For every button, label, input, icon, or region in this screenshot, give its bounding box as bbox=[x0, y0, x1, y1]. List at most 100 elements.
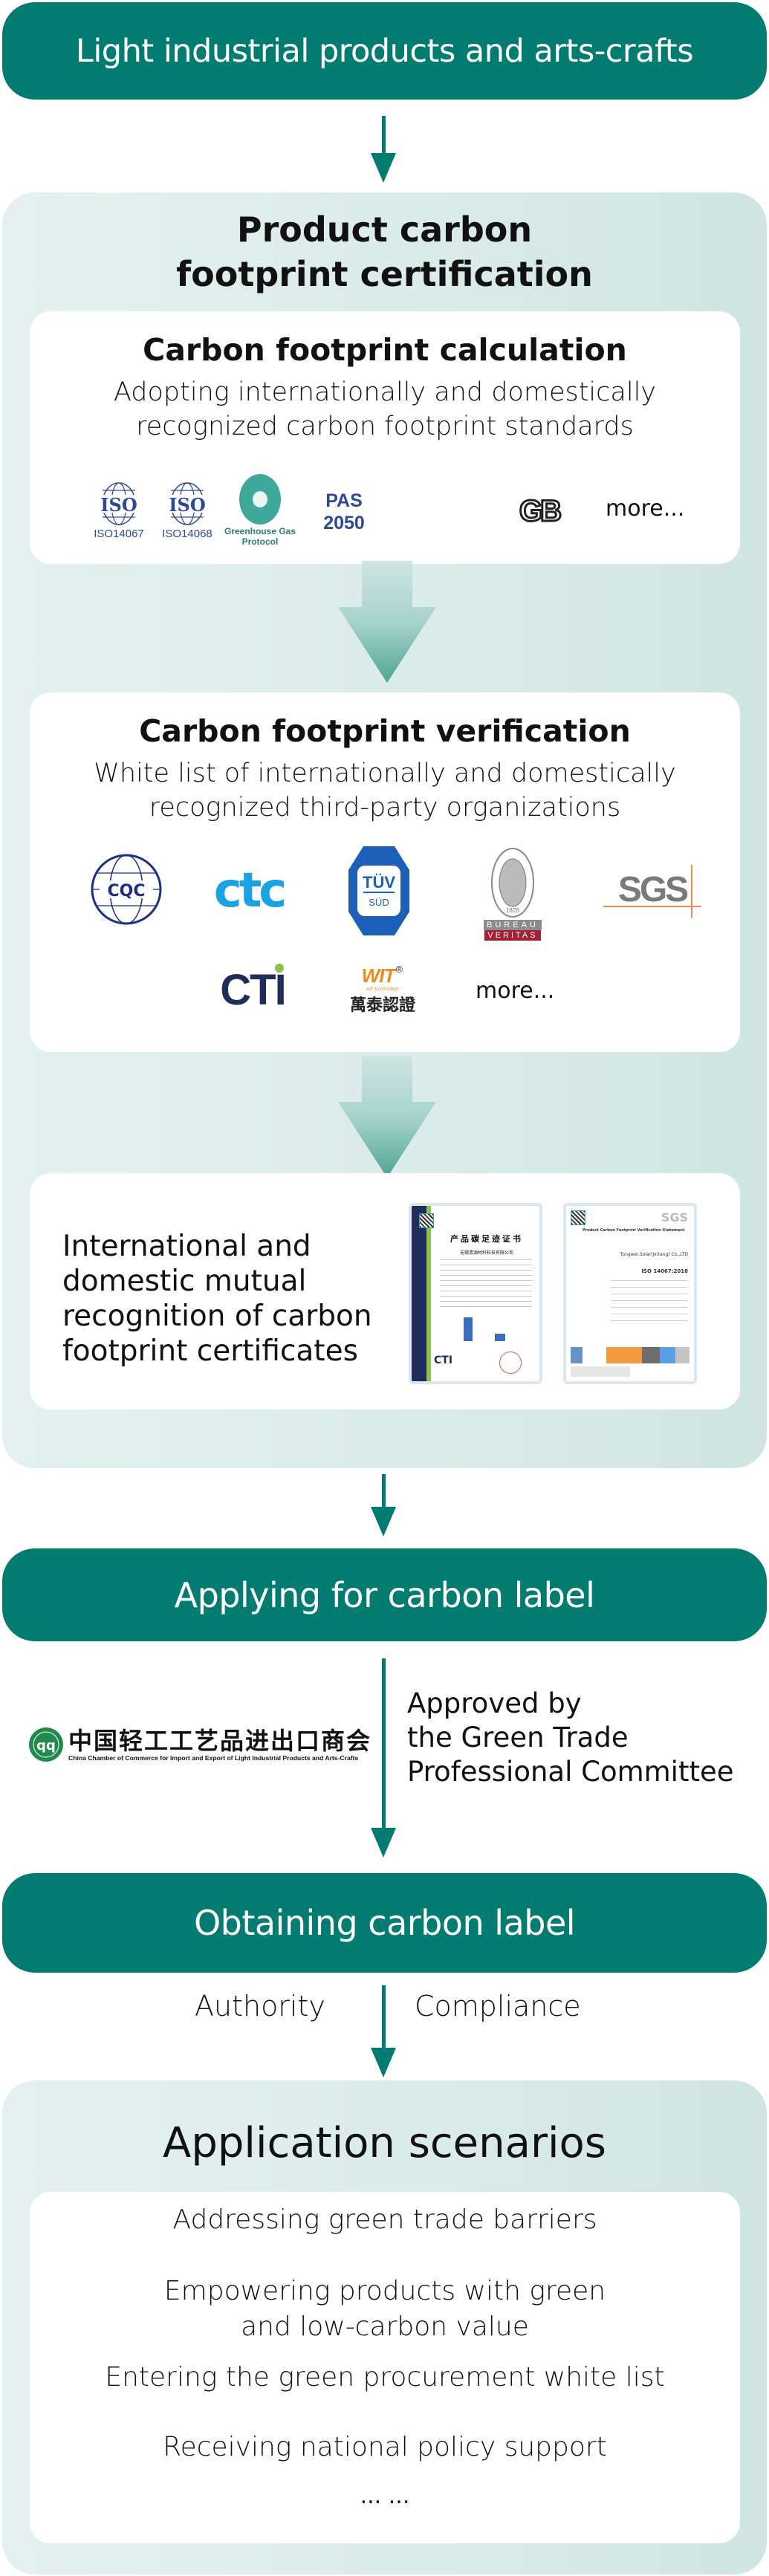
sgs-line-h bbox=[603, 905, 702, 907]
chamber-of-commerce-logo: qq 中国轻工工艺品进出口商会 China Chamber of Commerc… bbox=[28, 1722, 377, 1767]
scenario-line: Addressing green trade barriers bbox=[172, 2204, 597, 2235]
wit-mark-wrap: WIT ® bbox=[362, 964, 404, 987]
desc-line: White list of internationally and domest… bbox=[94, 759, 676, 788]
ctc-logo: ctc bbox=[204, 857, 293, 924]
arrow-down-icon bbox=[371, 2048, 396, 2077]
cert-brand: SGS bbox=[661, 1210, 688, 1224]
step-label: Obtaining carbon label bbox=[193, 1903, 576, 1943]
verification-title: Carbon footprint verification bbox=[139, 713, 631, 749]
scenario-line: Empowering products with green bbox=[163, 2276, 606, 2306]
pas-line: PAS bbox=[325, 490, 363, 511]
svg-text:SÜD: SÜD bbox=[369, 897, 389, 908]
chamber-name-en: China Chamber of Commerce for Import and… bbox=[68, 1754, 359, 1762]
tuv-octagon-icon: TÜV SÜD bbox=[348, 846, 409, 935]
cert-stamp-icon bbox=[499, 1352, 522, 1374]
qr-code-icon bbox=[571, 1210, 585, 1225]
title-line: Product carbon bbox=[236, 210, 533, 250]
svg-text:1828: 1828 bbox=[506, 907, 519, 914]
approval-line: the Green Trade bbox=[407, 1722, 629, 1753]
attribute-compliance: Compliance bbox=[415, 1990, 581, 2022]
cti-mark: CTI bbox=[220, 965, 286, 1014]
iso-globe-icon: ISO bbox=[96, 481, 142, 525]
calculation-title: Carbon footprint calculation bbox=[143, 332, 627, 368]
cert-footer bbox=[571, 1366, 630, 1377]
arrow-line bbox=[382, 1474, 386, 1511]
gb-logo: GB bbox=[509, 493, 570, 530]
arrow-down-icon bbox=[371, 1828, 396, 1858]
calculation-description: Adopting internationally and domesticall… bbox=[30, 375, 740, 444]
cert-company: Tongwei Solar(Jintang) Co.,LTD bbox=[620, 1252, 688, 1257]
wit-logo: WIT ® WIT ASSESSMENT 萬泰認證 bbox=[342, 956, 424, 1023]
cert-title: 产品碳足迹证书 bbox=[450, 1234, 523, 1244]
qr-code-icon bbox=[419, 1213, 434, 1228]
sgs-birds-strip bbox=[571, 1347, 689, 1363]
ghg-caption: Greenhouse Gas Protocol bbox=[224, 526, 296, 547]
scenario-item: Addressing green trade barriers bbox=[30, 2202, 740, 2238]
caption-line: Protocol bbox=[241, 536, 279, 547]
sgs-logo: SGS bbox=[600, 860, 704, 919]
step-label: Light industrial products and arts-craft… bbox=[75, 32, 694, 70]
scenarios-ellipsis: ... ... bbox=[360, 2483, 410, 2509]
pas-line: 2050 bbox=[323, 513, 365, 533]
verifiers-more-link[interactable]: more... bbox=[476, 978, 554, 1004]
chamber-emblem-icon: qq bbox=[29, 1727, 63, 1762]
svg-text:CQC: CQC bbox=[108, 882, 146, 901]
cti-dot bbox=[274, 963, 284, 973]
bv-line: BUREAU bbox=[484, 920, 542, 930]
cert-brand: CTI bbox=[434, 1354, 453, 1366]
ghg-ring-icon bbox=[239, 474, 281, 525]
cti-logo: CTI bbox=[212, 953, 293, 1027]
svg-text:ISO: ISO bbox=[169, 494, 205, 516]
iso14067-logo: ISO ISO14067 bbox=[85, 473, 152, 547]
ghg-protocol-logo: Greenhouse Gas Protocol bbox=[219, 465, 301, 554]
svg-text:qq: qq bbox=[36, 1738, 56, 1753]
step-obtaining-carbon-label: Obtaining carbon label bbox=[2, 1873, 767, 1973]
chamber-name: 中国轻工工艺品进出口商会 China Chamber of Commerce f… bbox=[68, 1727, 371, 1762]
text-line: International and bbox=[62, 1230, 311, 1263]
cert-heading: Product Carbon Footprint Verification St… bbox=[583, 1228, 685, 1233]
title-line: footprint certification bbox=[176, 254, 593, 294]
scenarios-card: Addressing green trade barriers Empoweri… bbox=[30, 2192, 740, 2543]
pas2050-logo: PAS 2050 bbox=[311, 482, 377, 542]
caption-line: Greenhouse Gas bbox=[224, 526, 296, 536]
text-line: recognition of carbon bbox=[62, 1300, 372, 1333]
desc-line: Adopting internationally and domesticall… bbox=[113, 377, 657, 407]
scenario-line: Entering the green procurement white lis… bbox=[105, 2362, 665, 2392]
scenario-item: Entering the green procurement white lis… bbox=[30, 2360, 740, 2395]
certification-panel: Product carbon footprint certification C… bbox=[2, 192, 767, 1468]
attribute-authority: Authority bbox=[195, 1990, 325, 2022]
big-arrow-down-icon bbox=[338, 1056, 436, 1178]
sgs-certificate-image: SGS Product Carbon Footprint Verificatio… bbox=[563, 1203, 697, 1384]
verification-description: White list of internationally and domest… bbox=[30, 756, 740, 825]
cti-certificate-image: 产品碳足迹证书 无锡清源材料科技有限公司 CTI bbox=[409, 1203, 542, 1384]
wit-mark: WIT bbox=[361, 964, 396, 987]
arrow-down-icon bbox=[371, 1507, 396, 1537]
standards-more-link[interactable]: more... bbox=[606, 496, 684, 522]
step-light-industrial-products: Light industrial products and arts-craft… bbox=[2, 2, 767, 100]
approval-text: Approved by the Green Trade Professional… bbox=[407, 1687, 734, 1789]
text-line: domestic mutual bbox=[62, 1265, 307, 1298]
step-label: Applying for carbon label bbox=[174, 1574, 595, 1615]
cert-lines bbox=[440, 1259, 532, 1311]
text-line: footprint certificates bbox=[62, 1334, 358, 1368]
verification-card: Carbon footprint verification White list… bbox=[30, 692, 740, 1052]
cert-company: 无锡清源材料科技有限公司 bbox=[459, 1250, 513, 1256]
step-applying-for-carbon-label: Applying for carbon label bbox=[2, 1548, 767, 1641]
scenario-line: Receiving national policy support bbox=[163, 2432, 607, 2462]
big-arrow-down-icon bbox=[338, 561, 436, 683]
iso-globe-icon: ISO bbox=[164, 481, 210, 525]
cert-side-band bbox=[412, 1206, 431, 1381]
approval-line: Professional Committee bbox=[407, 1756, 734, 1788]
chamber-name-cn: 中国轻工工艺品进出口商会 bbox=[68, 1727, 372, 1755]
scenario-line: and low-carbon value bbox=[241, 2311, 529, 2342]
application-scenarios-panel: Application scenarios Addressing green t… bbox=[2, 2080, 767, 2575]
gb-mark: GB bbox=[519, 493, 563, 528]
bureau-veritas-seal-icon: 1828 bbox=[491, 848, 534, 918]
cert-bar-chart bbox=[464, 1317, 473, 1341]
approval-line: Approved by bbox=[407, 1687, 582, 1719]
ctc-mark: ctc bbox=[213, 863, 287, 918]
cqc-logo: CQC bbox=[85, 849, 167, 930]
cert-standard: ISO 14067:2018 bbox=[641, 1268, 688, 1274]
wit-reg: ® bbox=[395, 964, 404, 975]
wit-cn: 萬泰認證 bbox=[349, 996, 415, 1015]
